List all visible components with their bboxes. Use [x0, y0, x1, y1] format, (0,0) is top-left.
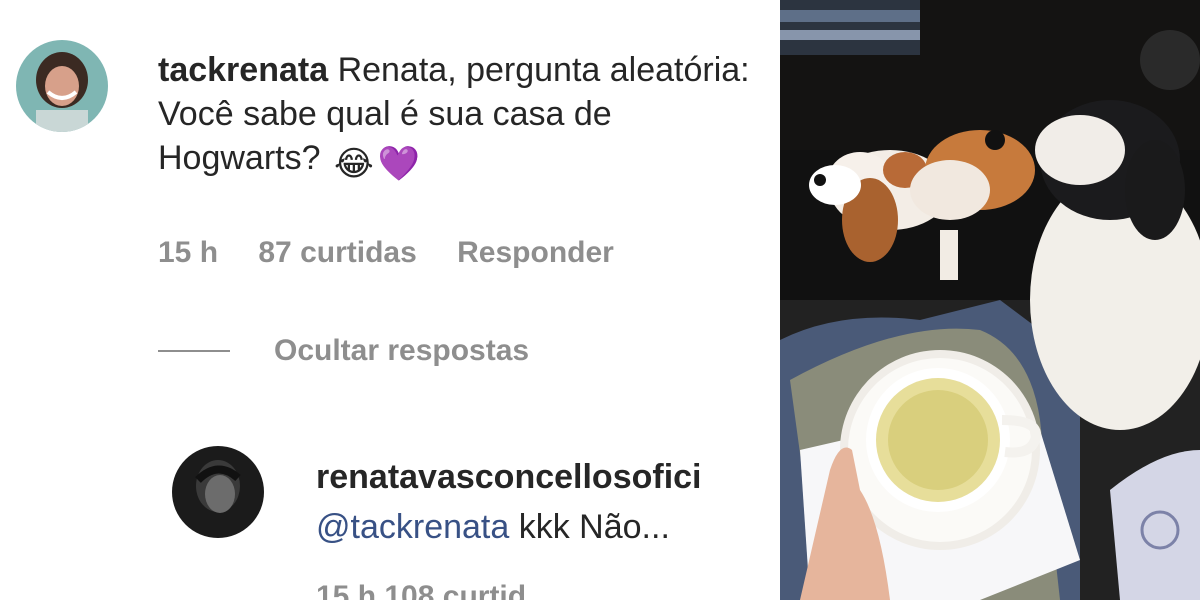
comment-username[interactable]: tackrenata: [158, 51, 328, 89]
divider-line: [158, 350, 230, 352]
reply-username[interactable]: renatavasconcellosofici: [316, 452, 780, 502]
laughing-emoji-icon: 😂: [333, 145, 374, 183]
reply-meta-partial: 15 h 108 curtid: [316, 580, 527, 600]
avatar-bw-portrait-icon: [172, 446, 264, 538]
avatar-woman-icon: [16, 40, 108, 132]
comment-likes[interactable]: 87 curtidas: [258, 236, 416, 269]
comments-panel: tackrenata Renata, pergunta aleatória: V…: [0, 0, 780, 600]
avatar-tackrenata[interactable]: [16, 40, 108, 132]
photo-panel: [780, 0, 1200, 600]
reply-mention[interactable]: @tackrenata: [316, 508, 509, 546]
reply-text-line: @tackrenata kkk Não...: [316, 502, 780, 552]
comment-meta: 15 h 87 curtidas Responder: [158, 236, 646, 270]
hide-replies-label: Ocultar respostas: [274, 334, 530, 367]
comment-body: tackrenata Renata, pergunta aleatória: V…: [158, 48, 758, 186]
hide-replies-button[interactable]: Ocultar respostas: [158, 334, 529, 368]
avatar-renatavasconcellos[interactable]: [172, 446, 264, 538]
reply-text: kkk Não...: [518, 508, 670, 546]
purple-heart-emoji-icon: 💜: [377, 145, 421, 183]
comment-time: 15 h: [158, 236, 219, 269]
photo-dogs-tea-image: [780, 0, 1200, 600]
reply-body: renatavasconcellosofici @tackrenata kkk …: [316, 452, 780, 552]
reply-button[interactable]: Responder: [457, 236, 614, 269]
